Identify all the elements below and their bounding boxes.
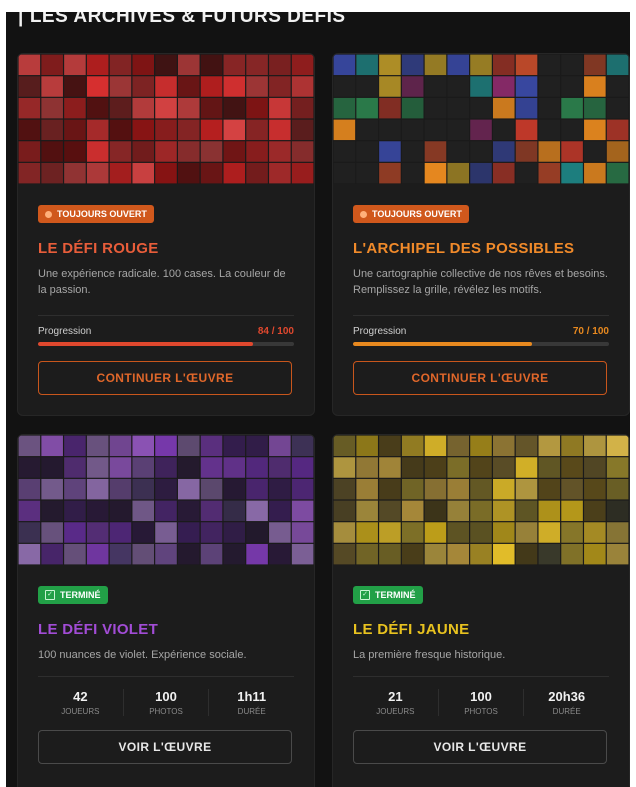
status-badge: TOUJOURS OUVERT bbox=[38, 205, 154, 223]
stat-label: JOUEURS bbox=[376, 707, 415, 716]
challenge-thumbnail bbox=[18, 435, 314, 565]
check-icon: ✓ bbox=[360, 590, 370, 600]
view-artwork-button[interactable]: VOIR L'ŒUVRE bbox=[353, 730, 607, 764]
challenge-thumbnail bbox=[333, 54, 629, 184]
card-title: LE DÉFI VIOLET bbox=[38, 621, 159, 638]
stat-value: 1h11 bbox=[237, 689, 267, 704]
stat-label: JOUEURS bbox=[61, 707, 100, 716]
continue-button[interactable]: CONTINUER L'ŒUVRE bbox=[38, 361, 292, 395]
progress-bar bbox=[38, 342, 294, 346]
stat-players: 21 JOUEURS bbox=[353, 689, 439, 716]
stat-duration: 1h11 DURÉE bbox=[209, 689, 294, 716]
divider bbox=[38, 676, 294, 677]
challenge-card-yellow[interactable]: ✓ TERMINÉ LE DÉFI JAUNE La première fresq… bbox=[332, 434, 630, 787]
live-dot-icon bbox=[45, 210, 52, 218]
challenge-card-violet[interactable]: ✓ TERMINÉ LE DÉFI VIOLET 100 nuances de v… bbox=[17, 434, 315, 787]
challenge-thumbnail bbox=[333, 435, 629, 565]
status-badge: TOUJOURS OUVERT bbox=[353, 205, 469, 223]
stat-value: 100 bbox=[470, 689, 492, 704]
progress-value: 70 / 100 bbox=[572, 326, 609, 337]
progress-label: Progression bbox=[38, 326, 92, 337]
challenge-card-archipel[interactable]: TOUJOURS OUVERT L'ARCHIPEL DES POSSIBLES… bbox=[332, 53, 630, 416]
status-badge-label: TOUJOURS OUVERT bbox=[372, 209, 462, 219]
stat-value: 20h36 bbox=[548, 689, 586, 704]
divider bbox=[38, 315, 294, 316]
challenge-card-red[interactable]: TOUJOURS OUVERT LE DÉFI ROUGE Une expéri… bbox=[17, 53, 315, 416]
stat-label: PHOTOS bbox=[464, 707, 498, 716]
card-description: La première fresque historique. bbox=[353, 649, 506, 661]
card-description: Une expérience radicale. 100 cases. La c… bbox=[38, 268, 286, 296]
status-badge-label: TERMINÉ bbox=[60, 590, 101, 600]
status-badge: ✓ TERMINÉ bbox=[38, 586, 108, 604]
section-title: | LES ARCHIVES & FUTURS DÉFIS bbox=[18, 12, 346, 28]
archives-page: | LES ARCHIVES & FUTURS DÉFIS TOUJOURS OU… bbox=[6, 12, 630, 787]
title-bar-mark: | bbox=[18, 12, 24, 27]
progress-value: 84 / 100 bbox=[257, 326, 294, 337]
card-description: Une cartographie collective de nos rêves… bbox=[353, 268, 608, 296]
stat-label: DURÉE bbox=[237, 707, 266, 716]
challenge-thumbnail bbox=[18, 54, 314, 184]
stat-photos: 100 PHOTOS bbox=[124, 689, 210, 716]
progress-bar bbox=[353, 342, 609, 346]
check-icon: ✓ bbox=[45, 590, 55, 600]
status-badge-label: TOUJOURS OUVERT bbox=[57, 209, 147, 219]
stat-label: DURÉE bbox=[552, 707, 581, 716]
progress-row: Progression 70 / 100 bbox=[353, 326, 609, 337]
view-artwork-button[interactable]: VOIR L'ŒUVRE bbox=[38, 730, 292, 764]
card-title: LE DÉFI ROUGE bbox=[38, 240, 159, 257]
card-title: LE DÉFI JAUNE bbox=[353, 621, 470, 638]
stat-photos: 100 PHOTOS bbox=[439, 689, 525, 716]
stats-row: 42 JOUEURS 100 PHOTOS 1h11 DURÉE bbox=[38, 689, 294, 716]
divider bbox=[353, 676, 609, 677]
card-description: 100 nuances de violet. Expérience social… bbox=[38, 649, 247, 661]
progress-fill bbox=[38, 342, 254, 346]
section-title-text: LES ARCHIVES & FUTURS DÉFIS bbox=[29, 12, 346, 27]
stat-players: 42 JOUEURS bbox=[38, 689, 124, 716]
status-badge: ✓ TERMINÉ bbox=[353, 586, 423, 604]
stats-row: 21 JOUEURS 100 PHOTOS 20h36 DURÉE bbox=[353, 689, 609, 716]
card-title: L'ARCHIPEL DES POSSIBLES bbox=[353, 240, 575, 257]
stat-duration: 20h36 DURÉE bbox=[524, 689, 609, 716]
stat-value: 100 bbox=[155, 689, 177, 704]
stat-value: 42 bbox=[73, 689, 88, 704]
continue-button[interactable]: CONTINUER L'ŒUVRE bbox=[353, 361, 607, 395]
live-dot-icon bbox=[360, 210, 367, 218]
status-badge-label: TERMINÉ bbox=[375, 590, 416, 600]
progress-fill bbox=[353, 342, 533, 346]
stat-value: 21 bbox=[388, 689, 403, 704]
progress-row: Progression 84 / 100 bbox=[38, 326, 294, 337]
divider bbox=[353, 315, 609, 316]
progress-label: Progression bbox=[353, 326, 407, 337]
stat-label: PHOTOS bbox=[149, 707, 183, 716]
